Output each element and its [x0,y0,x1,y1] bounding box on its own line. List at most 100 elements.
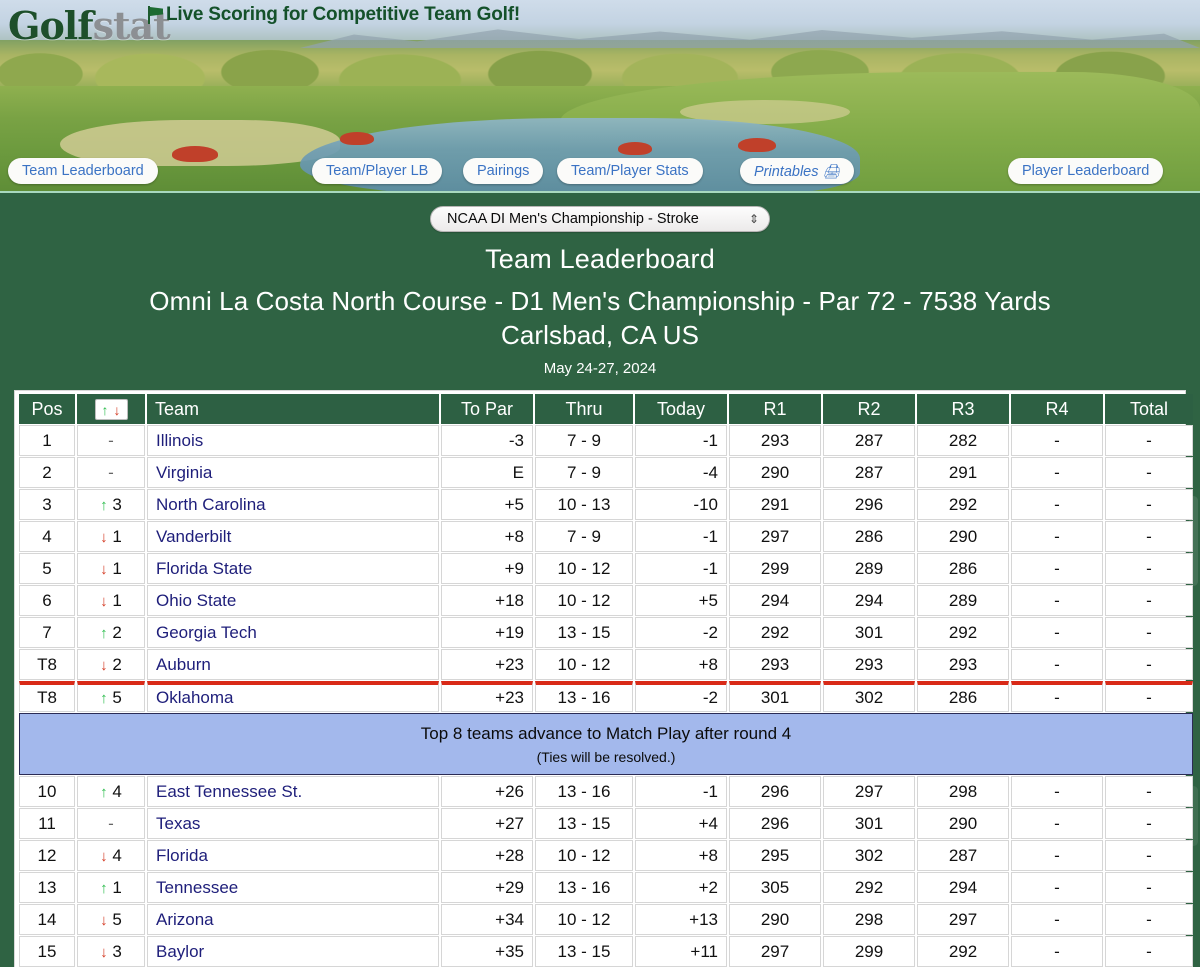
event-select[interactable]: NCAA DI Men's Championship - Stroke ⇕ [430,206,770,232]
cell-r3: 282 [917,425,1009,456]
table-row: 2- Virginia E 7 - 9 -4 290 287 291- - [19,457,1193,488]
cell-r1: 296 [729,808,821,839]
cell-r3: 286 [917,681,1009,712]
col-header-total[interactable]: Total [1105,394,1193,424]
team-link[interactable]: Texas [156,814,200,833]
cell-movement: ↑ 3 [77,489,145,520]
nav-team-player-stats[interactable]: Team/Player Stats [557,158,703,184]
col-header-r2[interactable]: R2 [823,394,915,424]
team-link[interactable]: Vanderbilt [156,527,231,546]
cell-total: - [1105,872,1193,903]
cell-thru: 13 - 16 [535,681,633,712]
cell-r2: 289 [823,553,915,584]
cell-r1: 293 [729,425,821,456]
cell-thru: 10 - 13 [535,489,633,520]
cell-r1: 299 [729,553,821,584]
nav-printables[interactable]: Printables 🖨 [740,158,855,184]
sort-arrows-icon[interactable]: ↑ ↓ [94,398,128,420]
team-link[interactable]: Baylor [156,942,204,961]
cell-r1: 295 [729,840,821,871]
col-header-thru[interactable]: Thru [535,394,633,424]
col-header-pos[interactable]: Pos [19,394,75,424]
event-select-wrap: NCAA DI Men's Championship - Stroke ⇕ [0,206,1200,232]
nav-player-leaderboard[interactable]: Player Leaderboard [1008,158,1164,184]
cell-r3: 298 [917,776,1009,807]
team-link[interactable]: Virginia [156,463,212,482]
cell-r3: 289 [917,585,1009,616]
tagline-text: Live Scoring for Competitive Team Golf! [166,4,520,25]
cell-position: 1 [19,425,75,456]
cell-r3: 291 [917,457,1009,488]
cell-movement: ↑ 1 [77,872,145,903]
table-body: 1- Illinois -3 7 - 9 -1 293 287 282- -2- Virginia… [19,425,1193,967]
page-title-block: Team Leaderboard Omni La Costa North Cou… [0,244,1200,377]
arrow-down-icon: ↓ [100,911,108,929]
table-header: Pos ↑ ↓ Team To Par Thru Today R1 R2 R3 R4 Total [19,394,1193,424]
cell-r4: - [1011,776,1103,807]
cell-thru: 7 - 9 [535,425,633,456]
cell-r2: 301 [823,617,915,648]
course-subtitle: Omni La Costa North Course - D1 Men's Ch… [0,284,1200,352]
nav-team-leaderboard[interactable]: Team Leaderboard [8,158,158,184]
col-header-r3[interactable]: R3 [917,394,1009,424]
cell-r1: 293 [729,649,821,680]
cell-r1: 297 [729,936,821,967]
col-header-move[interactable]: ↑ ↓ [77,394,145,424]
cell-r1: 301 [729,681,821,712]
cell-today: +4 [635,808,727,839]
cell-thru: 13 - 16 [535,872,633,903]
team-link[interactable]: Arizona [156,910,214,929]
team-link[interactable]: East Tennessee St. [156,782,302,801]
cell-thru: 13 - 15 [535,617,633,648]
cell-r1: 296 [729,776,821,807]
col-header-topar[interactable]: To Par [441,394,533,424]
team-link[interactable]: Georgia Tech [156,623,257,642]
advance-banner-line2: (Ties will be resolved.) [536,748,676,765]
col-header-r1[interactable]: R1 [729,394,821,424]
page-scrollbar-thumb[interactable] [1189,496,1198,586]
cell-position: 7 [19,617,75,648]
cell-r3: 294 [917,872,1009,903]
team-link[interactable]: Auburn [156,655,211,674]
cell-r3: 293 [917,649,1009,680]
cell-r2: 299 [823,936,915,967]
nav-team-player-lb-label: Team/Player LB [326,163,429,179]
table-row: 3 ↑ 3 North Carolina +5 10 - 13 -10 291 296 292-… [19,489,1193,520]
cell-to-par: +35 [441,936,533,967]
cell-r2: 302 [823,840,915,871]
team-link[interactable]: North Carolina [156,495,266,514]
col-header-r4[interactable]: R4 [1011,394,1103,424]
cell-r1: 290 [729,904,821,935]
team-link[interactable]: Tennessee [156,878,238,897]
page-scrollbar-track[interactable] [1189,786,1198,846]
logo-primary-text: Golf [8,3,94,48]
cell-team: Virginia [147,457,439,488]
chevron-updown-icon: ⇕ [748,212,759,226]
cell-total: - [1105,585,1193,616]
col-header-team[interactable]: Team [147,394,439,424]
sort-down-icon[interactable]: ↓ [114,402,121,418]
col-header-today[interactable]: Today [635,394,727,424]
team-link[interactable]: Oklahoma [156,688,233,707]
arrow-down-icon: ↓ [100,943,108,961]
cell-thru: 7 - 9 [535,521,633,552]
team-link[interactable]: Florida [156,846,208,865]
cell-to-par: +29 [441,872,533,903]
sort-up-icon[interactable]: ↑ [102,402,109,418]
team-link[interactable]: Florida State [156,559,252,578]
cell-r3: 292 [917,617,1009,648]
cell-to-par: -3 [441,425,533,456]
cell-r3: 297 [917,904,1009,935]
cell-thru: 10 - 12 [535,553,633,584]
arrow-down-icon: ↓ [100,592,108,610]
event-select-value: NCAA DI Men's Championship - Stroke [447,211,699,227]
cell-r2: 298 [823,904,915,935]
team-link[interactable]: Ohio State [156,591,236,610]
cell-position: 3 [19,489,75,520]
arrow-down-icon: ↓ [100,656,108,674]
team-link[interactable]: Illinois [156,431,203,450]
cell-position: T8 [19,649,75,680]
nav-pairings[interactable]: Pairings [463,158,544,184]
cell-today: -2 [635,617,727,648]
nav-team-player-lb[interactable]: Team/Player LB [312,158,443,184]
